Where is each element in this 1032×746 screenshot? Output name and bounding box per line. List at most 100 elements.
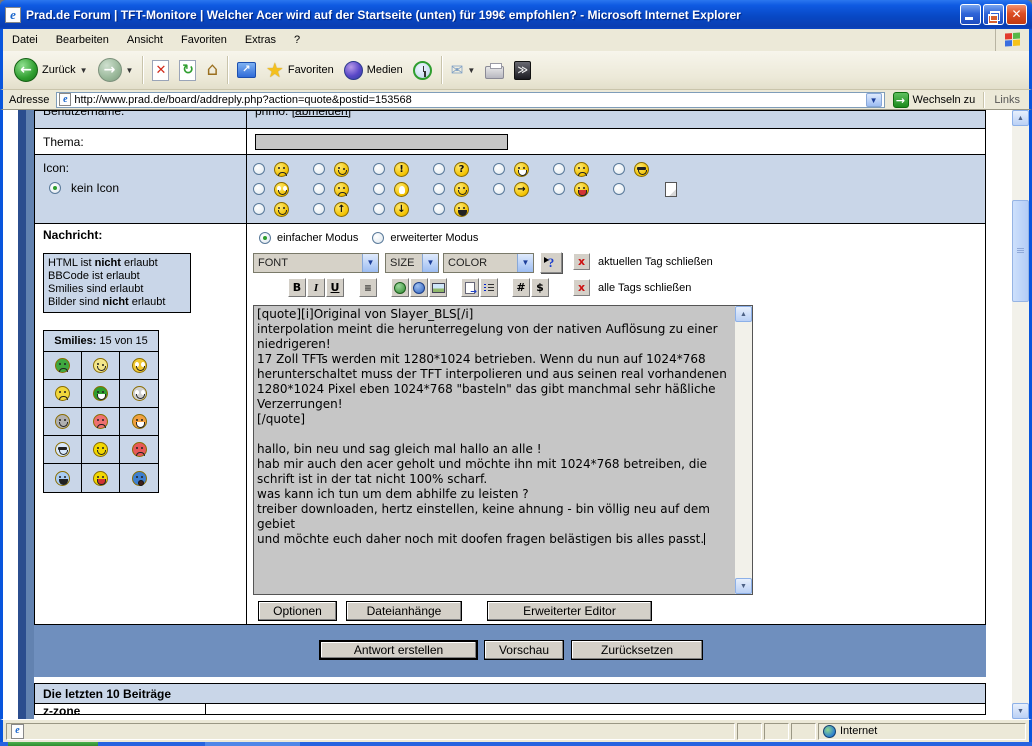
print-button[interactable] [480,60,509,81]
smiley-confused-icon[interactable] [55,386,70,401]
format-php-button[interactable] [531,278,549,297]
format-quote-button[interactable] [461,278,479,297]
menu-ansicht[interactable]: Ansicht [118,31,172,49]
menu-hilfe[interactable]: ? [285,31,309,49]
icon-option-radio[interactable] [373,183,385,195]
simple-mode-radio[interactable] [259,232,271,244]
messenger-button[interactable]: ≫ [509,59,536,82]
smiley-laugh-icon[interactable] [454,202,469,217]
smiley-cell[interactable] [82,380,120,408]
smiley-smile-icon[interactable] [454,182,469,197]
stop-button[interactable]: ✕ [147,58,174,83]
scroll-down-icon[interactable]: ▼ [735,578,752,594]
icon-option-radio[interactable] [253,203,265,215]
address-input[interactable]: e http://www.prad.de/board/addreply.php?… [56,92,884,108]
taskbar-item-sliver[interactable] [205,742,300,746]
smiley-cell[interactable] [44,380,82,408]
size-select[interactable]: SIZE▼ [385,253,439,273]
smiley-cool-icon[interactable] [634,162,649,177]
close-current-tag-button[interactable]: x [573,253,590,270]
smiley-cell[interactable] [44,436,82,464]
home-button[interactable]: ⌂ [201,59,222,81]
format-code-button[interactable] [512,278,530,297]
smiley-eek-icon[interactable] [132,386,147,401]
format-underline-button[interactable] [326,278,344,297]
back-dropdown-icon[interactable]: ▼ [80,66,88,75]
preview-button[interactable]: Vorschau [484,640,564,660]
back-button[interactable]: ← Zurück ▼ [9,56,93,84]
menu-bearbeiten[interactable]: Bearbeiten [47,31,118,49]
color-select[interactable]: COLOR▼ [443,253,534,273]
smiley-cell[interactable] [82,352,120,380]
smiley-cell[interactable] [82,408,120,436]
close-all-tags-button[interactable]: x [573,279,590,296]
smiley-cell[interactable] [120,380,158,408]
window-scrollbar[interactable]: ▲ ▼ [1012,110,1029,719]
smiley-grin-icon[interactable] [132,414,147,429]
mail-button[interactable]: ✉ ▼ [446,59,481,81]
icon-option-radio[interactable] [553,183,565,195]
icon-option-radio[interactable] [493,183,505,195]
smiley-arrow-down-icon[interactable]: ↓ [394,202,409,217]
format-image-button[interactable] [429,278,447,297]
icon-option-radio[interactable] [433,183,445,195]
reset-button[interactable]: Zurücksetzen [571,640,703,660]
no-icon-radio[interactable] [49,182,61,194]
smiley-sad-icon[interactable] [574,162,589,177]
submit-reply-button[interactable]: Antwort erstellen [319,640,478,660]
scroll-down-icon[interactable]: ▼ [1012,703,1029,719]
attachments-button[interactable]: Dateianhänge [346,601,462,621]
icon-option-radio[interactable] [373,163,385,175]
options-button[interactable]: Optionen [258,601,337,621]
smiley-cell[interactable] [82,464,120,492]
icon-option-radio[interactable] [253,163,265,175]
menu-extras[interactable]: Extras [236,31,285,49]
smiley-exclaim-icon[interactable]: ! [394,162,409,177]
format-bold-button[interactable] [288,278,306,297]
smiley-cell[interactable] [44,408,82,436]
extended-mode-radio[interactable] [372,232,384,244]
icon-option-radio[interactable] [613,183,625,195]
smiley-idea-icon[interactable] [394,182,409,197]
format-italic-button[interactable] [307,278,325,297]
icon-option-radio[interactable] [373,203,385,215]
icon-option-radio[interactable] [433,163,445,175]
resize-window-button[interactable]: ↗ [232,60,261,80]
message-textarea[interactable]: [quote][i]Original von Slayer_BLS[/i] in… [253,305,753,595]
smiley-cell[interactable] [120,352,158,380]
smiley-smile-icon[interactable] [274,202,289,217]
forward-button[interactable]: → ▼ [93,56,139,84]
format-align-button[interactable] [359,278,377,297]
forward-dropdown-icon[interactable]: ▼ [126,66,134,75]
smiley-cell[interactable] [44,352,82,380]
icon-option-radio[interactable] [613,163,625,175]
textarea-scrollbar[interactable]: ▲ ▼ [735,306,752,594]
smiley-cell[interactable] [44,464,82,492]
smiley-smile-icon[interactable] [93,442,108,457]
smiley-page-icon[interactable] [665,182,677,197]
scroll-up-icon[interactable]: ▲ [735,306,752,322]
address-url[interactable]: http://www.prad.de/board/addreply.php?ac… [74,94,862,106]
menu-datei[interactable]: Datei [3,31,47,49]
refresh-button[interactable]: ↻ [174,58,201,83]
smiley-grin-icon[interactable] [93,386,108,401]
media-button[interactable]: Medien [339,59,408,82]
start-button-sliver[interactable] [8,742,98,746]
smiley-question-icon[interactable]: ? [454,162,469,177]
thema-input[interactable] [255,134,508,150]
smiley-laugh-icon[interactable] [55,471,70,486]
logout-link[interactable]: [abmelden] [292,111,351,118]
minimize-button[interactable] [960,4,981,25]
smiley-arrow-up-icon[interactable]: ↑ [334,202,349,217]
smiley-cell[interactable] [82,436,120,464]
smiley-wink-icon[interactable] [93,358,108,373]
extended-editor-button[interactable]: Erweiterter Editor [487,601,652,621]
scrollbar-thumb[interactable] [1012,200,1029,302]
restore-button[interactable] [983,4,1004,25]
smiley-frown-icon[interactable] [55,358,70,373]
smiley-wink-icon[interactable] [334,162,349,177]
go-button[interactable]: → Wechseln zu [889,92,980,108]
smiley-cell[interactable] [120,408,158,436]
icon-option-radio[interactable] [313,183,325,195]
icon-option-radio[interactable] [433,203,445,215]
